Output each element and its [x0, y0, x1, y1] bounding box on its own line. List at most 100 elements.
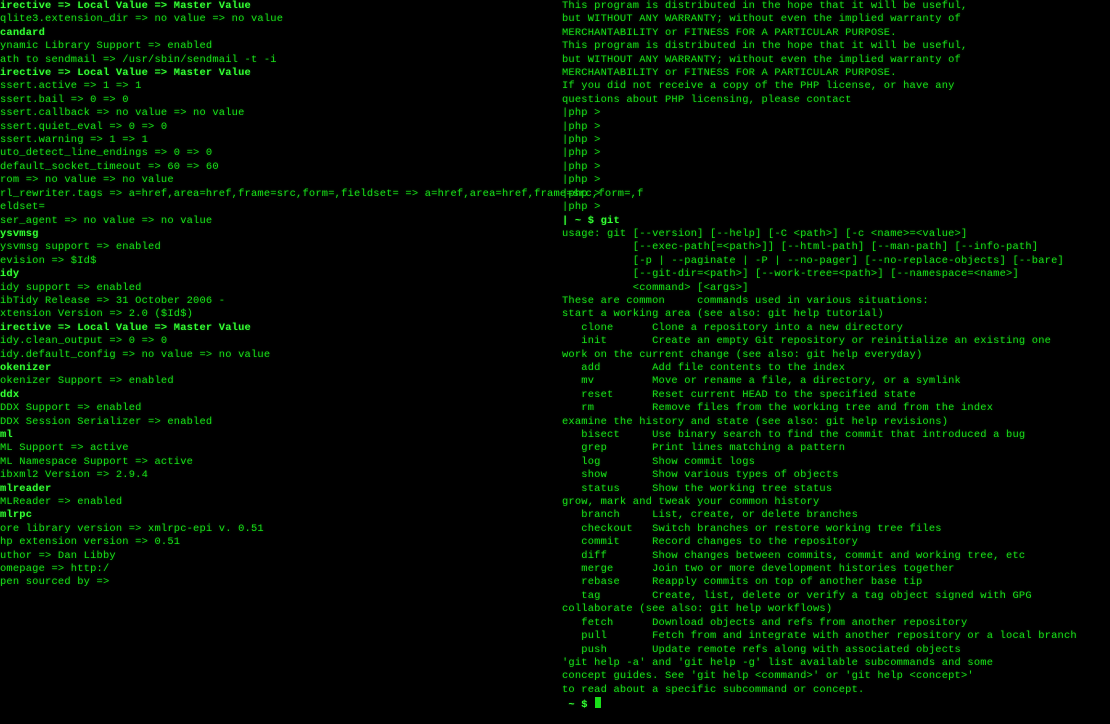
terminal-line: mv Move or rename a file, a directory, o…	[562, 375, 1077, 388]
terminal-line: status Show the working tree status	[562, 483, 1077, 496]
terminal-line: |php >	[562, 174, 1077, 187]
terminal-line: ath to sendmail => /usr/sbin/sendmail -t…	[0, 54, 644, 67]
terminal-line: MERCHANTABILITY or FITNESS FOR A PARTICU…	[562, 27, 1077, 40]
terminal-line: grep Print lines matching a pattern	[562, 442, 1077, 455]
terminal-line: MLReader => enabled	[0, 496, 644, 509]
terminal-line: ysvmsg support => enabled	[0, 241, 644, 254]
terminal-line: okenizer	[0, 362, 644, 375]
terminal-line: fetch Download objects and refs from ano…	[562, 617, 1077, 630]
terminal-line: uthor => Dan Libby	[0, 550, 644, 563]
terminal-line: rm Remove files from the working tree an…	[562, 402, 1077, 415]
terminal-line: qlite3.extension_dir => no value => no v…	[0, 13, 644, 26]
terminal-line: default_socket_timeout => 60 => 60	[0, 161, 644, 174]
terminal-line: grow, mark and tweak your common history	[562, 496, 1077, 509]
terminal-line: ssert.active => 1 => 1	[0, 80, 644, 93]
terminal-line: idy	[0, 268, 644, 281]
terminal-line: evision => $Id$	[0, 255, 644, 268]
terminal-line: | ~ $ git	[562, 215, 1077, 228]
terminal-line: rebase Reapply commits on top of another…	[562, 576, 1077, 589]
terminal-line: tag Create, list, delete or verify a tag…	[562, 590, 1077, 603]
terminal-line: irective => Local Value => Master Value	[0, 0, 644, 13]
terminal-line: ssert.quiet_eval => 0 => 0	[0, 121, 644, 134]
cursor-icon	[595, 697, 601, 708]
terminal-line: ~ $	[562, 697, 1077, 712]
terminal-line: ibTidy Release => 31 October 2006 -	[0, 295, 644, 308]
terminal-line: |php >	[562, 107, 1077, 120]
terminal-line: ore library version => xmlrpc-epi v. 0.5…	[0, 523, 644, 536]
terminal-line: ssert.callback => no value => no value	[0, 107, 644, 120]
terminal-line: usage: git [--version] [--help] [-C <pat…	[562, 228, 1077, 241]
terminal-line: ssert.bail => 0 => 0	[0, 94, 644, 107]
terminal-line: rom => no value => no value	[0, 174, 644, 187]
terminal-line: |php >	[562, 201, 1077, 214]
terminal-line: MERCHANTABILITY or FITNESS FOR A PARTICU…	[562, 67, 1077, 80]
terminal-line: <command> [<args>]	[562, 282, 1077, 295]
terminal-line: bisect Use binary search to find the com…	[562, 429, 1077, 442]
terminal-line: init Create an empty Git repository or r…	[562, 335, 1077, 348]
terminal-line: okenizer Support => enabled	[0, 375, 644, 388]
terminal-line: mlrpc	[0, 509, 644, 522]
terminal-line: idy support => enabled	[0, 282, 644, 295]
terminal-line: |php >	[562, 147, 1077, 160]
terminal-line: DDX Session Serializer => enabled	[0, 416, 644, 429]
terminal-line: ml	[0, 429, 644, 442]
terminal-line: work on the current change (see also: gi…	[562, 349, 1077, 362]
terminal-left-pane: irective => Local Value => Master Valueq…	[0, 0, 644, 590]
terminal-line: |php >	[562, 161, 1077, 174]
terminal-line: collaborate (see also: git help workflow…	[562, 603, 1077, 616]
terminal-line: ibxml2 Version => 2.9.4	[0, 469, 644, 482]
terminal-line: DDX Support => enabled	[0, 402, 644, 415]
terminal-line: but WITHOUT ANY WARRANTY; without even t…	[562, 54, 1077, 67]
terminal-line: [--exec-path[=<path>]] [--html-path] [--…	[562, 241, 1077, 254]
terminal-line: ser_agent => no value => no value	[0, 215, 644, 228]
terminal-line: ynamic Library Support => enabled	[0, 40, 644, 53]
terminal-line: clone Clone a repository into a new dire…	[562, 322, 1077, 335]
terminal-line: examine the history and state (see also:…	[562, 416, 1077, 429]
terminal-line: branch List, create, or delete branches	[562, 509, 1077, 522]
terminal-line: eldset=	[0, 201, 644, 214]
terminal-line: If you did not receive a copy of the PHP…	[562, 80, 1077, 93]
terminal-line: pull Fetch from and integrate with anoth…	[562, 630, 1077, 643]
terminal-line: commit Record changes to the repository	[562, 536, 1077, 549]
terminal-line: idy.clean_output => 0 => 0	[0, 335, 644, 348]
terminal-line: This program is distributed in the hope …	[562, 0, 1077, 13]
terminal-right-pane[interactable]: This program is distributed in the hope …	[562, 0, 1077, 713]
terminal-line: uto_detect_line_endings => 0 => 0	[0, 147, 644, 160]
terminal-line: show Show various types of objects	[562, 469, 1077, 482]
terminal-line: 'git help -a' and 'git help -g' list ava…	[562, 657, 1077, 670]
terminal-line: These are common commands used in variou…	[562, 295, 1077, 308]
terminal-line: rl_rewriter.tags => a=href,area=href,fra…	[0, 188, 644, 201]
terminal-line: pen sourced by =>	[0, 576, 644, 589]
terminal-line: questions about PHP licensing, please co…	[562, 94, 1077, 107]
terminal-line: to read about a specific subcommand or c…	[562, 684, 1077, 697]
terminal-line: ssert.warning => 1 => 1	[0, 134, 644, 147]
terminal-line: |php >	[562, 134, 1077, 147]
terminal-line: idy.default_config => no value => no val…	[0, 349, 644, 362]
terminal-line: concept guides. See 'git help <command>'…	[562, 670, 1077, 683]
terminal-line: reset Reset current HEAD to the specifie…	[562, 389, 1077, 402]
terminal-line: checkout Switch branches or restore work…	[562, 523, 1077, 536]
terminal-line: diff Show changes between commits, commi…	[562, 550, 1077, 563]
terminal-line: mlreader	[0, 483, 644, 496]
terminal-line: but WITHOUT ANY WARRANTY; without even t…	[562, 13, 1077, 26]
terminal-line: ddx	[0, 389, 644, 402]
terminal-line: omepage => http:/	[0, 563, 644, 576]
terminal-line: |php >	[562, 188, 1077, 201]
terminal-line: add Add file contents to the index	[562, 362, 1077, 375]
terminal-line: start a working area (see also: git help…	[562, 308, 1077, 321]
terminal-line: hp extension version => 0.51	[0, 536, 644, 549]
terminal-line: ML Support => active	[0, 442, 644, 455]
terminal-line: [--git-dir=<path>] [--work-tree=<path>] …	[562, 268, 1077, 281]
terminal-line: candard	[0, 27, 644, 40]
terminal-line: This program is distributed in the hope …	[562, 40, 1077, 53]
terminal-line: log Show commit logs	[562, 456, 1077, 469]
terminal-line: [-p | --paginate | -P | --no-pager] [--n…	[562, 255, 1077, 268]
terminal-line: push Update remote refs along with assoc…	[562, 644, 1077, 657]
terminal-line: |php >	[562, 121, 1077, 134]
terminal-line: xtension Version => 2.0 ($Id$)	[0, 308, 644, 321]
terminal-line: irective => Local Value => Master Value	[0, 67, 644, 80]
terminal-line: ysvmsg	[0, 228, 644, 241]
terminal-line: ML Namespace Support => active	[0, 456, 644, 469]
terminal-line: irective => Local Value => Master Value	[0, 322, 644, 335]
terminal-line: merge Join two or more development histo…	[562, 563, 1077, 576]
